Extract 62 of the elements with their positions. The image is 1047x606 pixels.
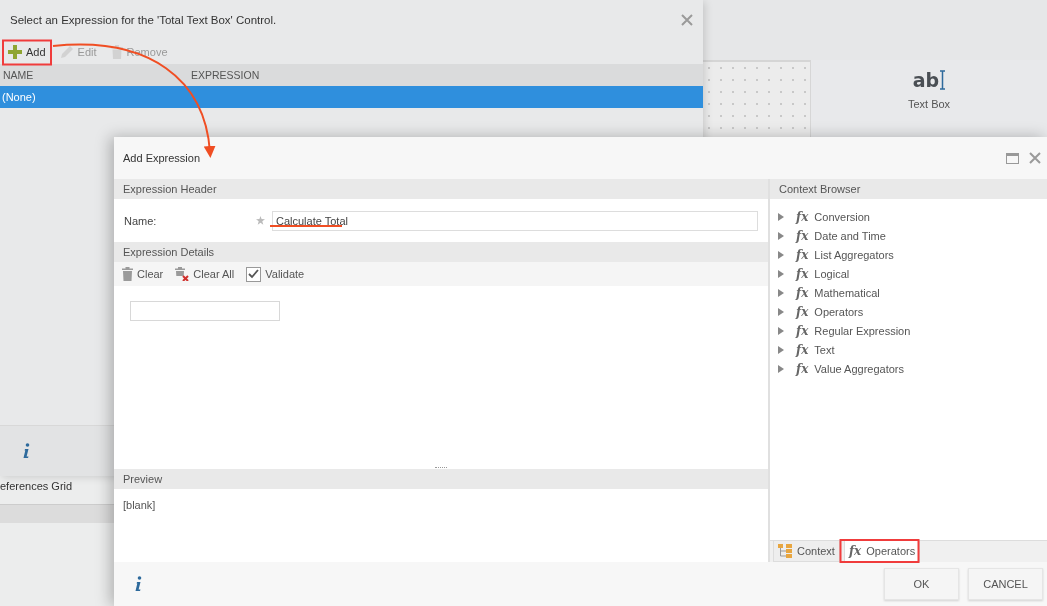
preview-text: [blank] xyxy=(123,499,156,511)
validate-button[interactable]: Validate xyxy=(246,266,305,282)
caret-icon[interactable] xyxy=(778,308,784,316)
tree-item[interactable]: Date and Time xyxy=(814,230,886,242)
column-header: EXPRESSION xyxy=(191,69,260,81)
close-icon[interactable] xyxy=(681,14,693,26)
tree-item[interactable]: Operators xyxy=(814,306,864,318)
toolbox-label[interactable]: Text Box xyxy=(907,98,951,110)
tree-item[interactable]: List Aggregators xyxy=(814,249,894,261)
section-header: Context Browser xyxy=(770,179,1047,199)
tree-item[interactable]: Logical xyxy=(814,268,850,280)
underline-mark xyxy=(270,225,342,227)
clear-all-button[interactable]: Clear All xyxy=(175,267,235,281)
field-label: Name: xyxy=(124,214,158,227)
function-icon: fx xyxy=(796,267,809,281)
tree-icon xyxy=(778,544,792,558)
tree-item[interactable]: Mathematical xyxy=(814,287,880,299)
references-label: eferences Grid xyxy=(0,479,74,494)
section-header: Expression Header xyxy=(114,179,768,199)
caret-icon[interactable] xyxy=(778,365,784,373)
function-icon: fx xyxy=(796,305,809,319)
function-icon: fx xyxy=(796,286,809,300)
tree-item[interactable]: Regular Expression xyxy=(814,325,911,337)
section-header: Preview xyxy=(114,469,768,489)
caret-icon[interactable] xyxy=(778,346,784,354)
info-icon[interactable] xyxy=(22,443,30,459)
section-header: Expression Details xyxy=(114,242,768,262)
clear-button[interactable]: Clear xyxy=(122,267,164,281)
caret-icon[interactable] xyxy=(778,327,784,335)
highlight-box xyxy=(2,39,52,66)
plus-icon xyxy=(8,45,22,59)
input-field[interactable] xyxy=(130,301,280,321)
dialog-title: Select an Expression for the 'Total Text Box' Control. xyxy=(10,14,277,26)
function-icon: fx xyxy=(796,210,809,224)
tree-item[interactable]: Text xyxy=(814,344,835,356)
function-icon: fx xyxy=(796,229,809,243)
info-icon[interactable] xyxy=(134,576,142,592)
close-icon[interactable] xyxy=(1029,152,1041,164)
ok-button[interactable]: OK xyxy=(884,568,959,600)
function-icon: fx xyxy=(796,362,809,376)
panel-tab[interactable]: Context xyxy=(773,541,840,562)
caret-icon[interactable] xyxy=(778,213,784,221)
caret-icon[interactable] xyxy=(778,270,784,278)
checkbox[interactable] xyxy=(246,266,262,282)
name-field[interactable]: Calculate Total xyxy=(272,210,758,231)
trash-icon xyxy=(110,45,123,59)
column-header: NAME xyxy=(2,69,35,81)
maximize-icon[interactable] xyxy=(1006,152,1019,164)
tree-item[interactable]: Conversion xyxy=(814,211,870,223)
add-button[interactable]: Add xyxy=(6,43,48,61)
caret-icon[interactable] xyxy=(778,289,784,297)
caret-icon[interactable] xyxy=(778,232,784,240)
caret-icon[interactable] xyxy=(778,251,784,259)
function-icon: fx xyxy=(796,248,809,262)
function-icon: fx xyxy=(796,343,809,357)
pencil-icon xyxy=(59,45,74,59)
dialog-title: Add Expression xyxy=(123,152,201,164)
trash-icon xyxy=(122,267,133,281)
trash-delete-icon xyxy=(175,267,190,281)
function-icon: fx xyxy=(796,324,809,338)
tree-item[interactable]: Value Aggregators xyxy=(814,363,905,375)
cancel-button[interactable]: CANCEL xyxy=(968,568,1043,600)
